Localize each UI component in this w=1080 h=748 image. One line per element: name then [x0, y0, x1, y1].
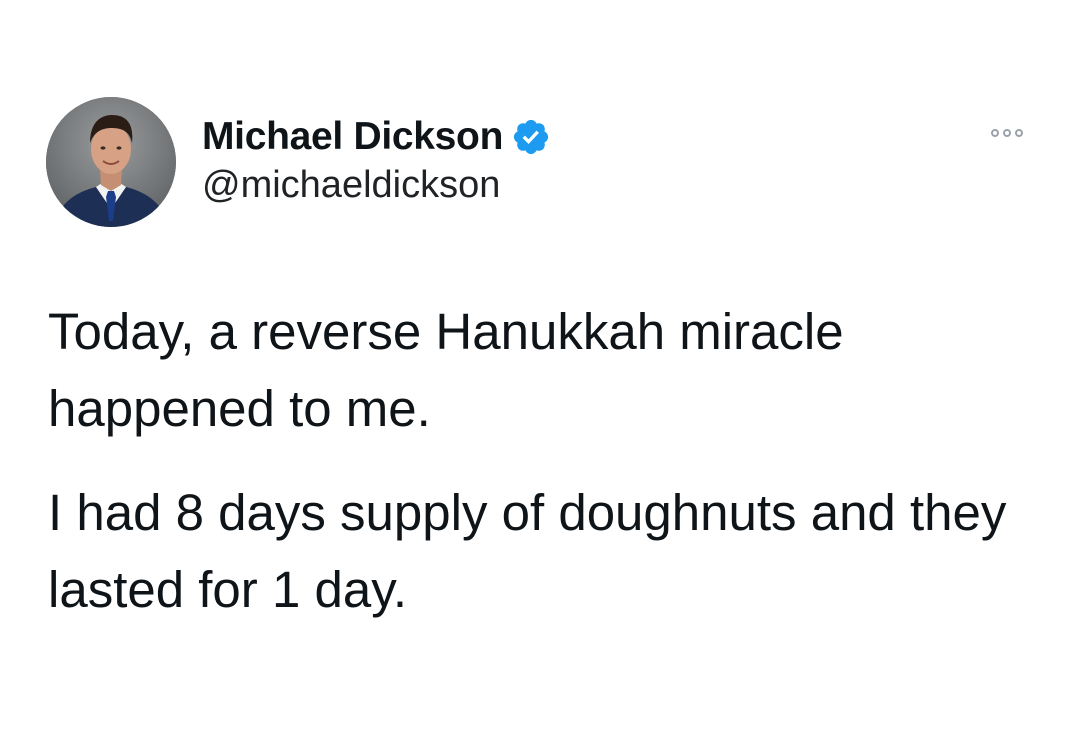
tweet-card: Michael Dickson @michaeldickson Today, a… — [0, 0, 1080, 748]
author-handle[interactable]: @michaeldickson — [202, 164, 500, 207]
author-name-row: Michael Dickson — [202, 112, 551, 162]
tweet-paragraph-1: Today, a reverse Hanukkah miracle happen… — [48, 303, 844, 437]
avatar-photo — [46, 97, 176, 227]
more-options-icon-dot — [1003, 129, 1011, 137]
more-options-icon — [991, 129, 999, 137]
avatar[interactable] — [46, 97, 176, 227]
tweet-paragraph-2: I had 8 days supply of doughnuts and the… — [48, 484, 1007, 618]
more-options-icon-dot — [1015, 129, 1023, 137]
more-options-button[interactable] — [982, 120, 1032, 146]
author-display-name[interactable]: Michael Dickson — [202, 115, 503, 159]
verified-badge-icon — [511, 117, 551, 157]
tweet-text: Today, a reverse Hanukkah miracle happen… — [48, 293, 1048, 655]
